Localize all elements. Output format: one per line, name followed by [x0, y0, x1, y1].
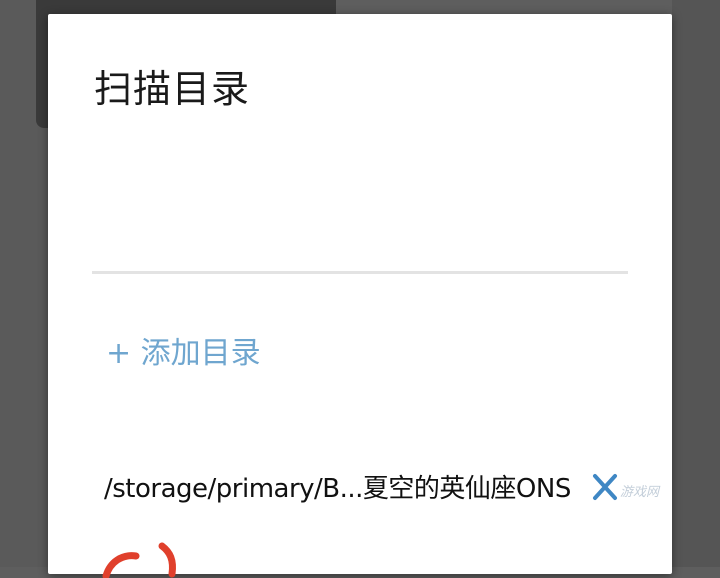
watermark-logo: 游戏网 [620, 485, 660, 500]
divider [92, 271, 628, 274]
add-directory-button[interactable]: + 添加目录 [106, 328, 261, 372]
directory-list-item: /storage/primary/B...夏空的英仙座ONS 游戏网 [104, 466, 664, 512]
dialog-title: 扫描目录 [94, 67, 251, 111]
scan-directory-dialog: 扫描目录 + 添加目录 /storage/primary/B...夏空的英仙座O… [48, 14, 672, 578]
red-annotation-mark [102, 542, 176, 578]
backdrop-right [672, 0, 720, 567]
close-x-icon[interactable] [590, 470, 620, 504]
directory-path: /storage/primary/B...夏空的英仙座ONS [104, 474, 571, 504]
